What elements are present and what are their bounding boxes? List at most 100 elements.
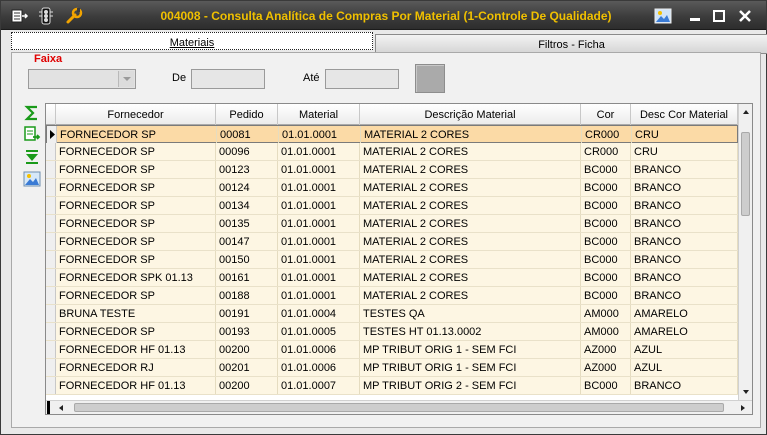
- ate-field[interactable]: [325, 69, 399, 89]
- vertical-scrollbar[interactable]: [738, 104, 752, 400]
- table-row[interactable]: FORNECEDOR SP 00147 01.01.0001 MATERIAL 2 C…: [46, 233, 738, 251]
- cell-material: 01.01.0006: [278, 359, 360, 376]
- scroll-left-icon[interactable]: [54, 401, 68, 414]
- cell-pedido: 00135: [216, 215, 278, 232]
- cell-descricao-material: MP TRIBUT ORIG 1 - SEM FCI: [360, 359, 581, 376]
- picture-icon[interactable]: [653, 7, 673, 25]
- cell-pedido: 00134: [216, 197, 278, 214]
- cell-pedido: 00124: [216, 179, 278, 196]
- table-row[interactable]: FORNECEDOR SPK 01.13 00161 01.01.0001 MATER…: [46, 269, 738, 287]
- table-row[interactable]: FORNECEDOR SP 00135 01.01.0001 MATERIAL 2 C…: [46, 215, 738, 233]
- row-indicator[interactable]: [46, 179, 56, 196]
- faixa-combobox[interactable]: [28, 69, 136, 89]
- image-icon[interactable]: [23, 170, 41, 188]
- de-field[interactable]: [191, 69, 265, 89]
- table-row[interactable]: FORNECEDOR SP 00150 01.01.0001 MATERIAL 2 C…: [46, 251, 738, 269]
- row-indicator[interactable]: [46, 251, 56, 268]
- cell-material: 01.01.0001: [279, 126, 361, 143]
- tab-materiais-label: Materiais: [169, 37, 215, 49]
- cell-desc-cor-material: CRU: [632, 126, 739, 143]
- chevron-down-icon[interactable]: [118, 71, 134, 87]
- cell-descricao-material: MP TRIBUT ORIG 2 - SEM FCI: [360, 377, 581, 394]
- row-indicator[interactable]: [47, 126, 57, 143]
- header-indicator: [46, 104, 56, 125]
- row-indicator[interactable]: [46, 215, 56, 232]
- table-row[interactable]: FORNECEDOR SP 00096 01.01.0001 MATERIAL 2 C…: [46, 143, 738, 161]
- faixa-label: Faixa: [34, 53, 63, 65]
- row-indicator[interactable]: [46, 287, 56, 304]
- table-row[interactable]: FORNECEDOR SP 00124 01.01.0001 MATERIAL 2 C…: [46, 179, 738, 197]
- cell-desc-cor-material: BRANCO: [631, 179, 738, 196]
- row-indicator[interactable]: [46, 143, 56, 160]
- cell-pedido: 00147: [216, 233, 278, 250]
- row-indicator[interactable]: [46, 233, 56, 250]
- table-row[interactable]: FORNECEDOR HF 01.13 00200 01.01.0007 MP TR…: [46, 377, 738, 395]
- column-header-material[interactable]: Material: [278, 104, 360, 125]
- cell-fornecedor: FORNECEDOR SPK 01.13: [56, 269, 216, 286]
- cell-fornecedor: FORNECEDOR SP: [56, 233, 216, 250]
- table-row[interactable]: FORNECEDOR SP 00193 01.01.0005 TESTES HT 01…: [46, 323, 738, 341]
- row-indicator[interactable]: [46, 341, 56, 358]
- grid-header: Fornecedor Pedido Material Descrição Materi…: [46, 104, 738, 125]
- cell-pedido: 00193: [216, 323, 278, 340]
- cell-material: 01.01.0001: [278, 143, 360, 160]
- row-indicator[interactable]: [46, 359, 56, 376]
- wrench-icon[interactable]: [64, 6, 84, 26]
- column-header-fornecedor[interactable]: Fornecedor: [56, 104, 216, 125]
- tab-materiais[interactable]: Materiais: [11, 32, 373, 50]
- table-row[interactable]: FORNECEDOR SP 00123 01.01.0001 MATERIAL 2 C…: [46, 161, 738, 179]
- materials-grid: Fornecedor Pedido Material Descrição Materi…: [45, 103, 753, 415]
- maximize-icon[interactable]: [709, 7, 729, 25]
- menu-icon[interactable]: [9, 6, 29, 26]
- horizontal-scrollbar[interactable]: [46, 400, 752, 414]
- cell-descricao-material: MATERIAL 2 CORES: [360, 233, 581, 250]
- close-icon[interactable]: [735, 7, 755, 25]
- table-row[interactable]: FORNECEDOR RJ 00201 01.01.0006 MP TRIBUT O…: [46, 359, 738, 377]
- column-header-cor[interactable]: Cor: [581, 104, 631, 125]
- cell-desc-cor-material: BRANCO: [631, 233, 738, 250]
- column-header-pedido[interactable]: Pedido: [216, 104, 278, 125]
- export-icon[interactable]: [23, 125, 41, 143]
- cell-pedido: 00188: [216, 287, 278, 304]
- row-indicator[interactable]: [46, 161, 56, 178]
- cell-cor: BC000: [581, 269, 631, 286]
- cell-descricao-material: MATERIAL 2 CORES: [360, 269, 581, 286]
- column-header-descricao-material[interactable]: Descrição Material: [360, 104, 581, 125]
- tab-filtros-ficha[interactable]: Filtros - Ficha: [375, 34, 767, 54]
- traffic-light-icon[interactable]: [36, 6, 56, 26]
- row-indicator[interactable]: [46, 305, 56, 322]
- download-icon[interactable]: [23, 147, 41, 165]
- table-row[interactable]: FORNECEDOR SP 00081 01.01.0001 MATERIAL 2 C…: [46, 125, 739, 143]
- search-button[interactable]: [415, 64, 445, 93]
- column-header-desc-cor-material[interactable]: Desc Cor Material: [631, 104, 738, 125]
- cell-desc-cor-material: BRANCO: [631, 251, 738, 268]
- cell-descricao-material: MATERIAL 2 CORES: [360, 251, 581, 268]
- minimize-icon[interactable]: [685, 7, 705, 25]
- cell-desc-cor-material: BRANCO: [631, 269, 738, 286]
- horizontal-scroll-thumb[interactable]: [74, 403, 724, 412]
- scroll-up-icon[interactable]: [739, 105, 752, 119]
- scroll-down-icon[interactable]: [739, 385, 752, 399]
- cell-desc-cor-material: AMARELO: [631, 305, 738, 322]
- table-row[interactable]: FORNECEDOR HF 01.13 00200 01.01.0006 MP TR…: [46, 341, 738, 359]
- table-row[interactable]: FORNECEDOR SP 00188 01.01.0001 MATERIAL 2 C…: [46, 287, 738, 305]
- scroll-right-icon[interactable]: [736, 401, 750, 414]
- de-label: De: [172, 72, 187, 84]
- cell-material: 01.01.0005: [278, 323, 360, 340]
- cell-fornecedor: FORNECEDOR SP: [56, 143, 216, 160]
- cell-descricao-material: MATERIAL 2 CORES: [360, 215, 581, 232]
- table-row[interactable]: BRUNA TESTE 00191 01.01.0004 TESTES QA AM000…: [46, 305, 738, 323]
- sum-icon[interactable]: [23, 104, 41, 122]
- cell-material: 01.01.0007: [278, 377, 360, 394]
- vertical-scroll-thumb[interactable]: [741, 132, 750, 216]
- row-indicator[interactable]: [46, 323, 56, 340]
- cell-desc-cor-material: CRU: [631, 143, 738, 160]
- table-row[interactable]: FORNECEDOR SP 00134 01.01.0001 MATERIAL 2 C…: [46, 197, 738, 215]
- cell-pedido: 00200: [216, 377, 278, 394]
- cell-fornecedor: FORNECEDOR SP: [56, 287, 216, 304]
- row-indicator[interactable]: [46, 269, 56, 286]
- row-indicator[interactable]: [46, 197, 56, 214]
- cell-cor: BC000: [581, 161, 631, 178]
- row-indicator[interactable]: [46, 377, 56, 394]
- cell-cor: BC000: [581, 197, 631, 214]
